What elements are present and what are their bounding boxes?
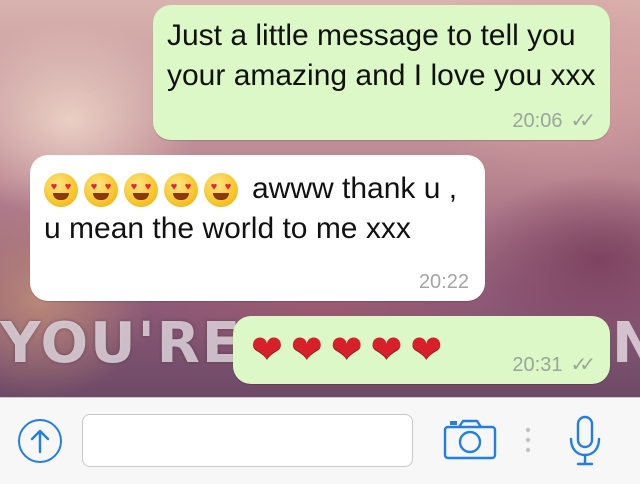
message-meta: 20:22 — [419, 271, 469, 293]
incoming-message-bubble[interactable]: ♥ ♥ ♥ ♥ ♥ ♥ ♥ ♥ ♥ ♥ awww thank u , u mean the… — [30, 155, 485, 301]
upload-arrow-icon[interactable] — [18, 419, 62, 463]
message-time: 20:06 — [512, 110, 563, 132]
message-time: 20:31 — [512, 354, 563, 376]
heart-eyes-emoji-icon: ♥ ♥ — [204, 173, 238, 208]
message-text: Just a little message to tell you your a… — [167, 19, 596, 92]
camera-icon[interactable] — [443, 418, 497, 460]
heart-eyes-emoji-icon: ♥ ♥ — [164, 173, 198, 208]
chat-screen: YOU'RE N Just a little message to tell y… — [0, 0, 640, 484]
emoji-row: ♥ ♥ ♥ ♥ ♥ ♥ ♥ ♥ ♥ ♥ — [44, 173, 238, 208]
heart-eyes-emoji-icon: ♥ ♥ — [124, 173, 158, 208]
heart-eyes-emoji-icon: ♥ ♥ — [44, 173, 78, 208]
red-heart-emoji-icon: ❤ — [370, 329, 403, 371]
microphone-icon[interactable] — [567, 415, 603, 467]
emoji-row: ❤ ❤ ❤ ❤ ❤ — [251, 329, 442, 371]
read-double-check-icon: ✓✓ — [570, 110, 595, 132]
outgoing-message-bubble[interactable]: ❤ ❤ ❤ ❤ ❤ 20:31 ✓✓ — [233, 316, 610, 384]
outgoing-message-bubble[interactable]: Just a little message to tell you your a… — [153, 5, 610, 140]
arrow-up-icon — [30, 429, 50, 454]
wallpaper-caption-trailing: N — [612, 311, 640, 376]
red-heart-emoji-icon: ❤ — [290, 329, 323, 371]
dots-divider-icon — [525, 427, 531, 453]
message-meta: 20:06 ✓✓ — [512, 110, 596, 132]
message-content: ♥ ♥ ♥ ♥ ♥ ♥ ♥ ♥ ♥ ♥ awww thank u , u mean the… — [44, 169, 474, 249]
message-meta: 20:31 ✓✓ — [512, 354, 596, 376]
red-heart-emoji-icon: ❤ — [251, 329, 283, 371]
message-input[interactable] — [82, 414, 413, 467]
wallpaper-caption: YOU'RE — [0, 311, 243, 376]
red-heart-emoji-icon: ❤ — [330, 329, 363, 371]
red-heart-emoji-icon: ❤ — [410, 329, 443, 371]
message-time: 20:22 — [418, 271, 469, 293]
read-double-check-icon: ✓✓ — [570, 354, 595, 376]
heart-eyes-emoji-icon: ♥ ♥ — [84, 173, 118, 208]
